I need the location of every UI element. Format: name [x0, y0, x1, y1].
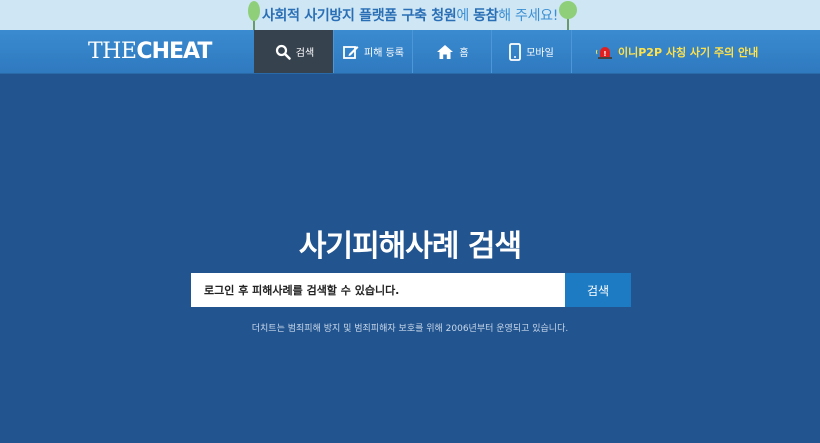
site-logo[interactable]: THECHEAT: [88, 39, 212, 64]
nav-home-label: 홈: [459, 48, 469, 59]
nav-mobile-label: 모바일: [526, 48, 554, 59]
nav-report[interactable]: 피해 등록: [333, 30, 413, 73]
service-note: 더치트는 범죄피해 방지 및 범죄피해자 보호를 위해 2006년부터 운영되고…: [251, 324, 569, 334]
search-button[interactable]: 검색: [565, 273, 631, 307]
page-title: 사기피해사례 검색: [298, 229, 522, 264]
banner-text-part: 사회적 사기방지 플랫폼 구축 청원: [261, 8, 457, 24]
nav-search-label: 검색: [295, 48, 315, 59]
search-input[interactable]: [191, 273, 565, 307]
search-icon: [275, 44, 291, 60]
notice-link[interactable]: ! 이니P2P 사칭 사기 주의 안내: [596, 43, 758, 61]
hero-section: 사기피해사례 검색 검색 더치트는 범죄피해 방지 및 범죄피해자 보호를 위해…: [0, 74, 820, 443]
svg-text:!: !: [603, 50, 606, 58]
siren-icon: !: [596, 47, 612, 59]
tree-icon: [248, 1, 260, 30]
tree-icon: [559, 1, 577, 30]
logo-light: THE: [88, 39, 137, 64]
petition-banner[interactable]: 사회적 사기방지 플랫폼 구축 청원에 동참해 주세요!: [0, 0, 820, 30]
nav-search[interactable]: 검색: [254, 30, 334, 73]
mobile-phone-icon: [509, 42, 522, 61]
nav-mobile[interactable]: 모바일: [491, 30, 572, 73]
notice-text: 이니P2P 사칭 사기 주의 안내: [618, 46, 759, 59]
banner-text-part: 동참: [473, 8, 499, 24]
banner-text[interactable]: 사회적 사기방지 플랫폼 구축 청원에 동참해 주세요!: [262, 5, 558, 25]
top-navbar: THECHEAT 검색 피해 등록 홈 모바일 ! 이니P2P 사칭 사기 주의…: [0, 30, 820, 74]
logo-bold: CHEAT: [136, 39, 212, 64]
nav-home[interactable]: 홈: [412, 30, 492, 73]
edit-icon: [343, 45, 359, 59]
banner-text-part: 에: [456, 8, 474, 24]
home-icon: [437, 44, 454, 59]
nav-report-label: 피해 등록: [364, 48, 404, 59]
banner-text-part: 해 주세요!: [498, 8, 559, 24]
